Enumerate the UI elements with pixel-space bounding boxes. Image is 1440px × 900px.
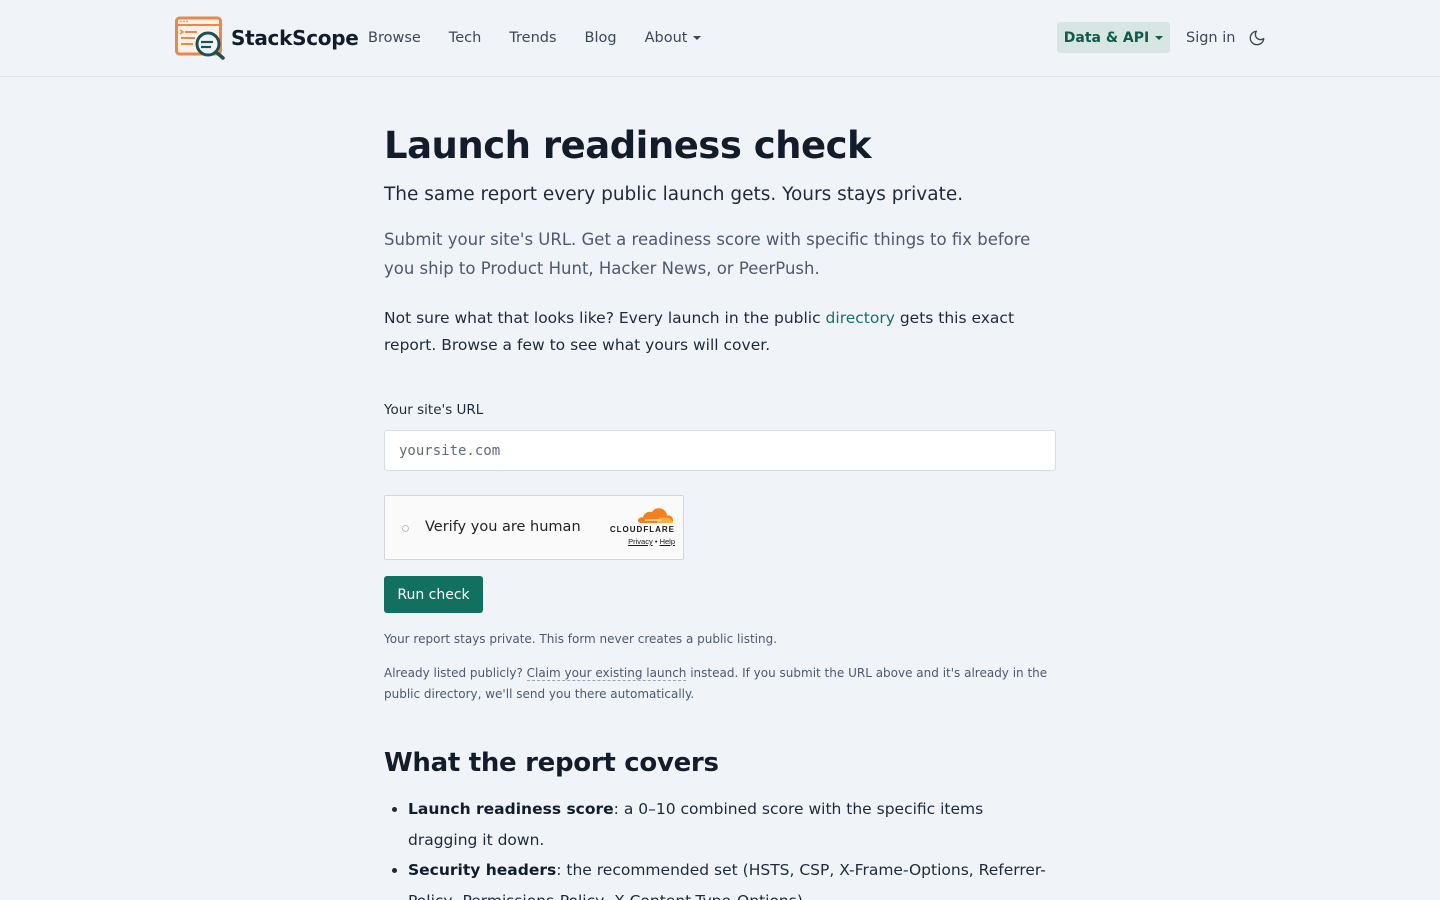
moon-icon[interactable]: [1248, 29, 1266, 47]
readiness-form: Your site's URL Verify you are human CLO…: [384, 401, 1056, 613]
cloudflare-wordmark: CLOUDFLARE: [609, 525, 675, 534]
caret-down-icon: [693, 36, 702, 40]
url-input[interactable]: [384, 430, 1056, 471]
captcha-checkbox[interactable]: [402, 525, 409, 532]
claim-launch-link[interactable]: Claim your existing launch: [526, 666, 687, 681]
captcha-link-separator: •: [654, 537, 658, 546]
captcha-widget: Verify you are human CLOUDFLARE Privacy …: [384, 495, 684, 560]
list-item: Security headers: the recommended set (H…: [408, 855, 1056, 900]
nav-trends[interactable]: Trends: [509, 27, 556, 49]
site-header: StackScope Browse Tech Trends Blog About…: [0, 0, 1440, 77]
nav-blog[interactable]: Blog: [585, 27, 617, 49]
cloudflare-cloud-icon: [637, 508, 673, 523]
covers-list: Launch readiness score: a 0–10 combined …: [384, 794, 1056, 900]
stackscope-logo-icon: [175, 16, 225, 60]
captcha-label: Verify you are human: [425, 519, 581, 535]
directory-note: Not sure what that looks like? Every lau…: [384, 305, 1056, 359]
captcha-links: Privacy • Help: [595, 537, 675, 546]
url-field-label: Your site's URL: [384, 402, 484, 418]
nav-tech[interactable]: Tech: [449, 27, 481, 49]
sign-in-link[interactable]: Sign in: [1186, 27, 1235, 49]
directory-note-before: Not sure what that looks like? Every lau…: [384, 309, 826, 327]
directory-link[interactable]: directory: [826, 309, 895, 327]
page-subtitle: The same report every public launch gets…: [384, 184, 964, 205]
list-item: Launch readiness score: a 0–10 combined …: [408, 794, 1056, 855]
covers-heading: What the report covers: [384, 748, 719, 778]
list-item-term: Security headers: [408, 861, 557, 879]
privacy-note: Your report stays private. This form nev…: [384, 632, 778, 646]
cloudflare-brand: CLOUDFLARE Privacy • Help: [595, 507, 675, 546]
intro-text: Submit your site's URL. Get a readiness …: [384, 230, 1031, 278]
main-content: Launch readiness check The same report e…: [384, 120, 1056, 900]
data-api-label: Data & API: [1063, 29, 1150, 46]
run-check-button[interactable]: Run check: [384, 576, 483, 613]
already-listed-note: Already listed publicly? Claim your exis…: [384, 663, 1056, 705]
nav-browse[interactable]: Browse: [368, 27, 421, 49]
caret-down-icon: [1155, 35, 1164, 40]
list-item-term: Launch readiness score: [408, 800, 614, 818]
nav-about-label: About: [644, 30, 688, 46]
data-api-dropdown[interactable]: Data & API: [1057, 22, 1170, 53]
already-listed-before: Already listed publicly?: [384, 666, 527, 680]
page-title: Launch readiness check: [384, 124, 872, 167]
captcha-privacy-link[interactable]: Privacy: [628, 537, 653, 546]
captcha-help-link[interactable]: Help: [660, 537, 675, 546]
logo-link[interactable]: StackScope: [175, 16, 359, 60]
nav-about-dropdown[interactable]: About: [645, 27, 702, 49]
brand-name: StackScope: [231, 26, 359, 50]
main-nav: Browse Tech Trends Blog About: [368, 27, 729, 49]
